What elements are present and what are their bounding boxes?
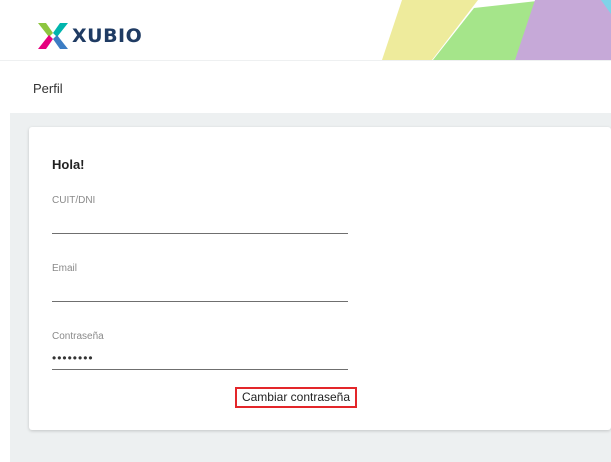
x-logo-icon: [38, 23, 68, 49]
password-input[interactable]: [52, 350, 348, 366]
top-bar: XUBIO: [0, 0, 611, 60]
profile-card: Hola! CUIT/DNI Email Contraseña Cambiar …: [29, 127, 611, 430]
email-field: Email: [52, 263, 348, 303]
email-input[interactable]: [52, 282, 348, 298]
page-title: Perfil: [33, 81, 63, 96]
cuit-label: CUIT/DNI: [52, 195, 96, 206]
greeting-heading: Hola!: [52, 157, 85, 172]
cuit-underline: [52, 233, 348, 234]
cuit-input[interactable]: [52, 214, 348, 230]
brand-name: XUBIO: [72, 25, 143, 47]
password-label: Contraseña: [52, 331, 104, 342]
page-header: Perfil: [0, 60, 611, 114]
email-label: Email: [52, 263, 78, 274]
email-underline: [52, 301, 348, 302]
cuit-field: CUIT/DNI: [52, 195, 348, 235]
password-field: Contraseña: [52, 331, 348, 371]
xubio-logo[interactable]: XUBIO: [38, 23, 142, 49]
change-password-button[interactable]: Cambiar contraseña: [235, 387, 357, 408]
password-underline: [52, 369, 348, 370]
